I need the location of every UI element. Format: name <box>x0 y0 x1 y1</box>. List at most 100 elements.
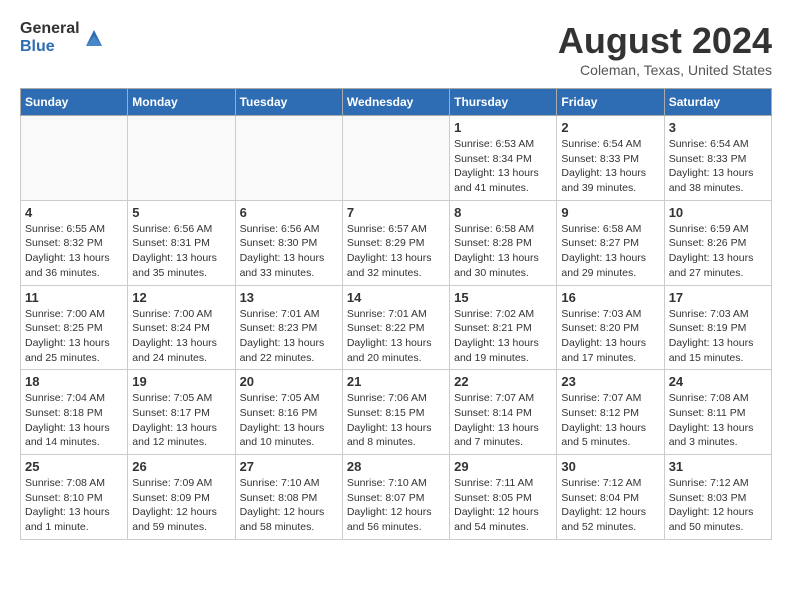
day-number: 7 <box>347 205 445 220</box>
day-info: Sunrise: 7:10 AM Sunset: 8:07 PM Dayligh… <box>347 476 445 535</box>
calendar-cell: 8 Sunrise: 6:58 AM Sunset: 8:28 PM Daylig… <box>450 200 557 285</box>
weekday-header-monday: Monday <box>128 89 235 116</box>
day-info: Sunrise: 7:05 AM Sunset: 8:16 PM Dayligh… <box>240 391 338 450</box>
day-info: Sunrise: 6:54 AM Sunset: 8:33 PM Dayligh… <box>561 137 659 196</box>
calendar-week-row: 11 Sunrise: 7:00 AM Sunset: 8:25 PM Dayli… <box>21 285 772 370</box>
day-info: Sunrise: 6:53 AM Sunset: 8:34 PM Dayligh… <box>454 137 552 196</box>
location: Coleman, Texas, United States <box>558 62 772 78</box>
calendar-cell: 21 Sunrise: 7:06 AM Sunset: 8:15 PM Dayli… <box>342 370 449 455</box>
calendar-week-row: 25 Sunrise: 7:08 AM Sunset: 8:10 PM Dayli… <box>21 455 772 540</box>
day-number: 14 <box>347 290 445 305</box>
day-info: Sunrise: 7:08 AM Sunset: 8:10 PM Dayligh… <box>25 476 123 535</box>
day-info: Sunrise: 7:04 AM Sunset: 8:18 PM Dayligh… <box>25 391 123 450</box>
day-number: 25 <box>25 459 123 474</box>
weekday-header-sunday: Sunday <box>21 89 128 116</box>
calendar-cell <box>21 116 128 201</box>
day-info: Sunrise: 7:02 AM Sunset: 8:21 PM Dayligh… <box>454 307 552 366</box>
calendar-cell: 9 Sunrise: 6:58 AM Sunset: 8:27 PM Daylig… <box>557 200 664 285</box>
day-number: 12 <box>132 290 230 305</box>
day-number: 21 <box>347 374 445 389</box>
day-info: Sunrise: 6:58 AM Sunset: 8:27 PM Dayligh… <box>561 222 659 281</box>
day-info: Sunrise: 7:06 AM Sunset: 8:15 PM Dayligh… <box>347 391 445 450</box>
calendar-cell: 16 Sunrise: 7:03 AM Sunset: 8:20 PM Dayli… <box>557 285 664 370</box>
calendar-cell: 3Sunrise: 6:54 AM Sunset: 8:33 PM Daylig… <box>664 116 771 201</box>
day-info: Sunrise: 6:59 AM Sunset: 8:26 PM Dayligh… <box>669 222 767 281</box>
day-number: 4 <box>25 205 123 220</box>
logo-icon <box>84 28 104 48</box>
day-info: Sunrise: 6:57 AM Sunset: 8:29 PM Dayligh… <box>347 222 445 281</box>
calendar-cell: 19 Sunrise: 7:05 AM Sunset: 8:17 PM Dayli… <box>128 370 235 455</box>
calendar-cell: 20 Sunrise: 7:05 AM Sunset: 8:16 PM Dayli… <box>235 370 342 455</box>
calendar-cell: 26 Sunrise: 7:09 AM Sunset: 8:09 PM Dayli… <box>128 455 235 540</box>
day-info: Sunrise: 6:58 AM Sunset: 8:28 PM Dayligh… <box>454 222 552 281</box>
day-number: 29 <box>454 459 552 474</box>
day-number: 31 <box>669 459 767 474</box>
calendar-cell: 22 Sunrise: 7:07 AM Sunset: 8:14 PM Dayli… <box>450 370 557 455</box>
day-info: Sunrise: 7:10 AM Sunset: 8:08 PM Dayligh… <box>240 476 338 535</box>
day-number: 3 <box>669 120 767 135</box>
day-info: Sunrise: 7:03 AM Sunset: 8:19 PM Dayligh… <box>669 307 767 366</box>
weekday-header-tuesday: Tuesday <box>235 89 342 116</box>
day-info: Sunrise: 7:01 AM Sunset: 8:22 PM Dayligh… <box>347 307 445 366</box>
day-number: 9 <box>561 205 659 220</box>
day-info: Sunrise: 7:12 AM Sunset: 8:03 PM Dayligh… <box>669 476 767 535</box>
day-info: Sunrise: 7:07 AM Sunset: 8:12 PM Dayligh… <box>561 391 659 450</box>
calendar-cell: 5 Sunrise: 6:56 AM Sunset: 8:31 PM Daylig… <box>128 200 235 285</box>
day-number: 19 <box>132 374 230 389</box>
day-info: Sunrise: 7:00 AM Sunset: 8:25 PM Dayligh… <box>25 307 123 366</box>
calendar-cell: 4Sunrise: 6:55 AM Sunset: 8:32 PM Daylig… <box>21 200 128 285</box>
calendar-cell: 6 Sunrise: 6:56 AM Sunset: 8:30 PM Daylig… <box>235 200 342 285</box>
logo-blue-text: Blue <box>20 38 80 56</box>
day-info: Sunrise: 7:09 AM Sunset: 8:09 PM Dayligh… <box>132 476 230 535</box>
day-number: 15 <box>454 290 552 305</box>
calendar-table: SundayMondayTuesdayWednesdayThursdayFrid… <box>20 88 772 540</box>
day-number: 5 <box>132 205 230 220</box>
day-number: 6 <box>240 205 338 220</box>
day-number: 26 <box>132 459 230 474</box>
calendar-week-row: 4Sunrise: 6:55 AM Sunset: 8:32 PM Daylig… <box>21 200 772 285</box>
day-info: Sunrise: 6:56 AM Sunset: 8:30 PM Dayligh… <box>240 222 338 281</box>
day-number: 11 <box>25 290 123 305</box>
day-number: 17 <box>669 290 767 305</box>
day-info: Sunrise: 7:01 AM Sunset: 8:23 PM Dayligh… <box>240 307 338 366</box>
day-number: 1 <box>454 120 552 135</box>
calendar-cell: 28 Sunrise: 7:10 AM Sunset: 8:07 PM Dayli… <box>342 455 449 540</box>
month-title: August 2024 <box>558 20 772 62</box>
calendar-cell: 2Sunrise: 6:54 AM Sunset: 8:33 PM Daylig… <box>557 116 664 201</box>
title-area: August 2024 Coleman, Texas, United State… <box>558 20 772 78</box>
calendar-cell <box>342 116 449 201</box>
calendar-cell: 14 Sunrise: 7:01 AM Sunset: 8:22 PM Dayli… <box>342 285 449 370</box>
day-number: 20 <box>240 374 338 389</box>
calendar-cell: 1 Sunrise: 6:53 AM Sunset: 8:34 PM Daylig… <box>450 116 557 201</box>
calendar-cell: 11 Sunrise: 7:00 AM Sunset: 8:25 PM Dayli… <box>21 285 128 370</box>
day-number: 8 <box>454 205 552 220</box>
calendar-cell: 13 Sunrise: 7:01 AM Sunset: 8:23 PM Dayli… <box>235 285 342 370</box>
weekday-header-friday: Friday <box>557 89 664 116</box>
calendar-cell: 23Sunrise: 7:07 AM Sunset: 8:12 PM Dayli… <box>557 370 664 455</box>
logo: General Blue <box>20 20 104 55</box>
calendar-cell: 18Sunrise: 7:04 AM Sunset: 8:18 PM Dayli… <box>21 370 128 455</box>
calendar-cell <box>128 116 235 201</box>
calendar-cell <box>235 116 342 201</box>
weekday-header-saturday: Saturday <box>664 89 771 116</box>
day-number: 16 <box>561 290 659 305</box>
day-info: Sunrise: 7:07 AM Sunset: 8:14 PM Dayligh… <box>454 391 552 450</box>
day-number: 13 <box>240 290 338 305</box>
day-info: Sunrise: 7:03 AM Sunset: 8:20 PM Dayligh… <box>561 307 659 366</box>
calendar-cell: 29 Sunrise: 7:11 AM Sunset: 8:05 PM Dayli… <box>450 455 557 540</box>
calendar-cell: 17 Sunrise: 7:03 AM Sunset: 8:19 PM Dayli… <box>664 285 771 370</box>
calendar-cell: 27Sunrise: 7:10 AM Sunset: 8:08 PM Dayli… <box>235 455 342 540</box>
day-number: 22 <box>454 374 552 389</box>
day-info: Sunrise: 7:05 AM Sunset: 8:17 PM Dayligh… <box>132 391 230 450</box>
day-info: Sunrise: 7:12 AM Sunset: 8:04 PM Dayligh… <box>561 476 659 535</box>
day-number: 28 <box>347 459 445 474</box>
calendar-week-row: 1 Sunrise: 6:53 AM Sunset: 8:34 PM Daylig… <box>21 116 772 201</box>
calendar-cell: 15 Sunrise: 7:02 AM Sunset: 8:21 PM Dayli… <box>450 285 557 370</box>
day-number: 10 <box>669 205 767 220</box>
calendar-cell: 7 Sunrise: 6:57 AM Sunset: 8:29 PM Daylig… <box>342 200 449 285</box>
day-info: Sunrise: 7:11 AM Sunset: 8:05 PM Dayligh… <box>454 476 552 535</box>
weekday-header-wednesday: Wednesday <box>342 89 449 116</box>
page-header: General Blue August 2024 Coleman, Texas,… <box>20 20 772 78</box>
day-info: Sunrise: 6:56 AM Sunset: 8:31 PM Dayligh… <box>132 222 230 281</box>
logo-general-text: General <box>20 20 80 38</box>
